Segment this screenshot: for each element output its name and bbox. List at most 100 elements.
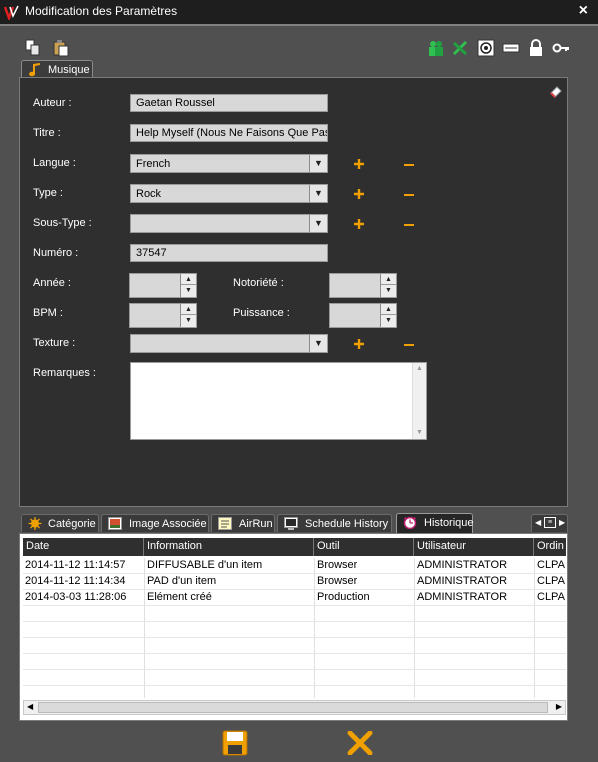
arrow-right-icon[interactable]: ▶ (559, 518, 565, 527)
spin-down-icon[interactable]: ▼ (381, 285, 396, 296)
empty-row (23, 606, 566, 622)
empty-row (23, 622, 566, 638)
empty-row (23, 654, 566, 670)
scrollbar-thumb[interactable] (38, 702, 548, 713)
add-soustype-icon[interactable] (353, 218, 365, 230)
spin-down-icon[interactable]: ▼ (381, 315, 396, 326)
key-icon[interactable] (552, 39, 570, 57)
column-header-outil[interactable]: Outil (314, 538, 414, 556)
notoriete-spinner[interactable]: ▲ ▼ (329, 273, 397, 298)
cell-date: 2014-11-12 11:14:34 (25, 575, 126, 587)
tab-musique[interactable]: Musique (21, 60, 93, 78)
cell-outil: Browser (317, 559, 358, 571)
add-texture-icon[interactable] (353, 338, 365, 350)
chevron-down-icon[interactable]: ▼ (309, 155, 327, 172)
add-type-icon[interactable] (353, 188, 365, 200)
copy-icon[interactable] (24, 39, 42, 57)
empty-row (23, 686, 566, 698)
title-divider (0, 24, 598, 26)
column-header-ordinateur[interactable]: Ordin (534, 538, 566, 556)
tab-historique-label: Historique (424, 517, 474, 529)
spin-down-icon[interactable]: ▼ (181, 315, 196, 326)
chevron-down-icon[interactable]: ▼ (309, 335, 327, 352)
cell-date: 2014-11-12 11:14:57 (25, 559, 126, 571)
cell-outil: Browser (317, 575, 358, 587)
auteur-field[interactable]: Gaetan Roussel (130, 94, 328, 112)
history-table-header: Date Information Outil Utilisateur Ordin (23, 538, 566, 556)
spin-up-icon[interactable]: ▲ (381, 274, 396, 285)
remarques-textarea[interactable]: ▲ ▼ (130, 362, 427, 440)
remarques-scrollbar[interactable]: ▲ ▼ (412, 363, 426, 439)
tab-historique[interactable]: Historique (396, 513, 474, 533)
paste-icon[interactable] (52, 39, 70, 57)
target-icon[interactable] (477, 39, 495, 57)
cell-utilisateur: ADMINISTRATOR (417, 559, 508, 571)
window-title: Modification des Paramètres (25, 4, 178, 18)
airrun-icon (218, 517, 232, 530)
cell-information: Elément créé (147, 591, 212, 603)
tab-image-associee-label: Image Associée (129, 518, 207, 530)
lock-icon[interactable] (527, 39, 545, 57)
titre-field[interactable]: Help Myself (Nous Ne Faisons Que Pas (130, 124, 328, 142)
table-row[interactable]: 2014-11-12 11:14:57 DIFFUSABLE d'un item… (23, 558, 566, 574)
users-icon[interactable] (427, 39, 445, 57)
eraser-icon[interactable] (549, 84, 563, 98)
column-header-information[interactable]: Information (144, 538, 314, 556)
title-bar: Modification des Paramètres × (0, 0, 598, 24)
spin-up-icon[interactable]: ▲ (181, 274, 196, 285)
close-window-button[interactable]: × (579, 2, 588, 20)
arrow-left-icon[interactable]: ◀ (535, 518, 541, 527)
annee-spinner[interactable]: ▲ ▼ (129, 273, 197, 298)
spin-up-icon[interactable]: ▲ (381, 304, 396, 315)
list-menu-icon[interactable]: ≡ (544, 517, 556, 528)
table-row[interactable]: 2014-11-12 11:14:34 PAD d'un item Browse… (23, 574, 566, 590)
add-langue-icon[interactable] (353, 158, 365, 170)
remove-soustype-icon[interactable] (404, 224, 414, 226)
numero-field[interactable]: 37547 (130, 244, 328, 262)
type-value: Rock (136, 188, 162, 200)
cancel-button[interactable] (347, 731, 373, 755)
tab-airrun[interactable]: AirRun (211, 514, 275, 532)
cell-date: 2014-03-03 11:28:06 (25, 591, 127, 603)
bpm-spinner[interactable]: ▲ ▼ (129, 303, 197, 328)
bottom-tab-bar: Catégorie Image Associée AirRun Schedule… (19, 513, 568, 534)
tab-schedule-history-label: Schedule History (305, 518, 389, 530)
chevron-down-icon[interactable]: ▼ (309, 185, 327, 202)
soustype-select[interactable]: ▼ (130, 214, 328, 233)
cell-utilisateur: ADMINISTRATOR (417, 575, 508, 587)
notoriete-label: Notoriété : (233, 277, 284, 289)
music-note-icon (29, 63, 40, 77)
tab-musique-label: Musique (48, 64, 90, 76)
remove-langue-icon[interactable] (404, 164, 414, 166)
scroll-left-icon[interactable]: ◀ (27, 702, 33, 711)
numero-label: Numéro : (33, 247, 79, 259)
tab-overflow-menu[interactable]: ◀ ≡ ▶ (531, 514, 568, 532)
cell-outil: Production (317, 591, 370, 603)
langue-select[interactable]: French ▼ (130, 154, 328, 173)
keyboard-icon[interactable] (502, 39, 520, 57)
tools-icon[interactable] (452, 39, 470, 57)
type-select[interactable]: Rock ▼ (130, 184, 328, 203)
spin-down-icon[interactable]: ▼ (181, 285, 196, 296)
cell-utilisateur: ADMINISTRATOR (417, 591, 508, 603)
spin-up-icon[interactable]: ▲ (181, 304, 196, 315)
tab-categorie[interactable]: Catégorie (21, 514, 99, 532)
table-row[interactable]: 2014-03-03 11:28:06 Elément créé Product… (23, 590, 566, 606)
tab-schedule-history[interactable]: Schedule History (277, 514, 392, 532)
cell-ordinateur: CLPA (537, 591, 565, 603)
column-header-date[interactable]: Date (23, 538, 144, 556)
tab-airrun-label: AirRun (239, 518, 273, 530)
scroll-right-icon[interactable]: ▶ (556, 702, 562, 711)
horizontal-scrollbar[interactable]: ◀ ▶ (23, 700, 566, 715)
tab-image-associee[interactable]: Image Associée (101, 514, 209, 532)
column-header-utilisateur[interactable]: Utilisateur (414, 538, 534, 556)
chevron-down-icon[interactable]: ▼ (309, 215, 327, 232)
remove-type-icon[interactable] (404, 194, 414, 196)
bpm-label: BPM : (33, 307, 63, 319)
remove-texture-icon[interactable] (404, 344, 414, 346)
puissance-spinner[interactable]: ▲ ▼ (329, 303, 397, 328)
texture-select[interactable]: ▼ (130, 334, 328, 353)
cell-ordinateur: CLPA (537, 575, 565, 587)
save-button[interactable] (222, 730, 248, 756)
history-table: Date Information Outil Utilisateur Ordin… (19, 533, 568, 721)
